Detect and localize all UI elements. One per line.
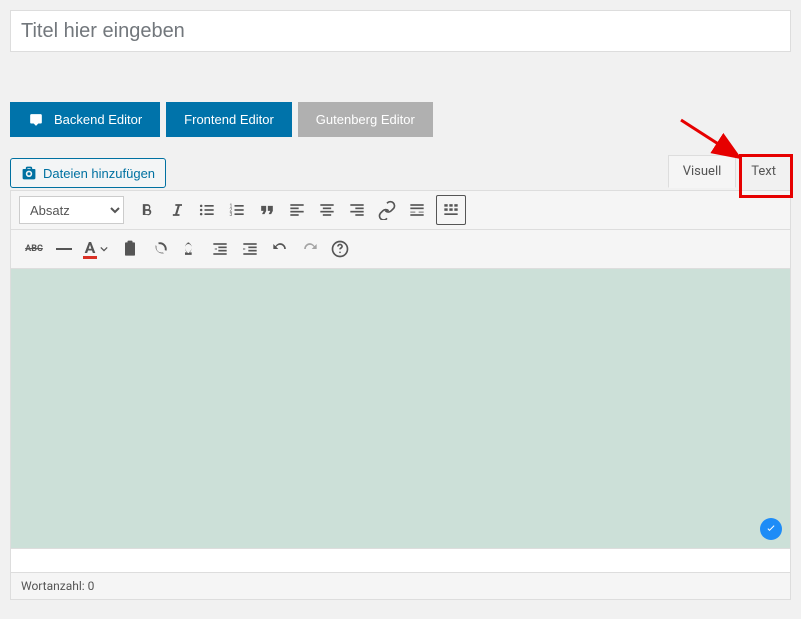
gutenberg-editor-label: Gutenberg Editor [316, 112, 415, 127]
editor-footer-strip [10, 549, 791, 573]
editor-mode-buttons: Backend Editor Frontend Editor Gutenberg… [10, 102, 791, 137]
horizontal-rule-button[interactable] [49, 234, 79, 264]
svg-text:3: 3 [230, 212, 233, 218]
outdent-button[interactable] [205, 234, 235, 264]
bold-button[interactable] [132, 195, 162, 225]
clear-formatting-button[interactable] [145, 234, 175, 264]
check-icon [765, 523, 777, 535]
speech-bubble-icon [28, 113, 44, 127]
word-count: Wortanzahl: 0 [10, 573, 791, 600]
align-center-button[interactable] [312, 195, 342, 225]
text-color-dropdown[interactable] [99, 234, 109, 264]
media-tab-row: Dateien hinzufügen Visuell Text [10, 155, 791, 188]
backend-editor-label: Backend Editor [54, 112, 142, 127]
frontend-editor-label: Frontend Editor [184, 112, 274, 127]
toolbar-row-2: ABC A [10, 230, 791, 269]
status-check-badge [760, 518, 782, 540]
redo-button[interactable] [295, 234, 325, 264]
gutenberg-editor-button[interactable]: Gutenberg Editor [298, 102, 433, 137]
link-button[interactable] [372, 195, 402, 225]
add-media-label: Dateien hinzufügen [43, 166, 155, 181]
text-color-icon: A [83, 240, 97, 259]
format-select[interactable]: Absatz [19, 196, 124, 224]
strikethrough-icon: ABC [25, 244, 43, 254]
strikethrough-button[interactable]: ABC [19, 234, 49, 264]
indent-button[interactable] [235, 234, 265, 264]
bullet-list-button[interactable] [192, 195, 222, 225]
italic-button[interactable] [162, 195, 192, 225]
help-button[interactable] [325, 234, 355, 264]
paste-text-button[interactable] [115, 234, 145, 264]
title-input[interactable] [10, 10, 791, 52]
blockquote-button[interactable] [252, 195, 282, 225]
hr-icon [56, 248, 72, 250]
editor-tabs: Visuell Text [668, 155, 791, 188]
editor-content-area[interactable] [10, 269, 791, 549]
align-left-button[interactable] [282, 195, 312, 225]
tab-text[interactable]: Text [736, 155, 791, 188]
numbered-list-button[interactable]: 123 [222, 195, 252, 225]
media-icon [21, 165, 37, 181]
toolbar-row-1: Absatz 123 [10, 190, 791, 230]
read-more-button[interactable] [402, 195, 432, 225]
text-color-button[interactable]: A [79, 234, 101, 264]
tab-visual[interactable]: Visuell [668, 155, 737, 188]
toolbar-toggle-button[interactable] [436, 195, 466, 225]
undo-button[interactable] [265, 234, 295, 264]
add-media-button[interactable]: Dateien hinzufügen [10, 158, 166, 188]
align-right-button[interactable] [342, 195, 372, 225]
frontend-editor-button[interactable]: Frontend Editor [166, 102, 292, 137]
special-char-button[interactable] [175, 234, 205, 264]
backend-editor-button[interactable]: Backend Editor [10, 102, 160, 137]
